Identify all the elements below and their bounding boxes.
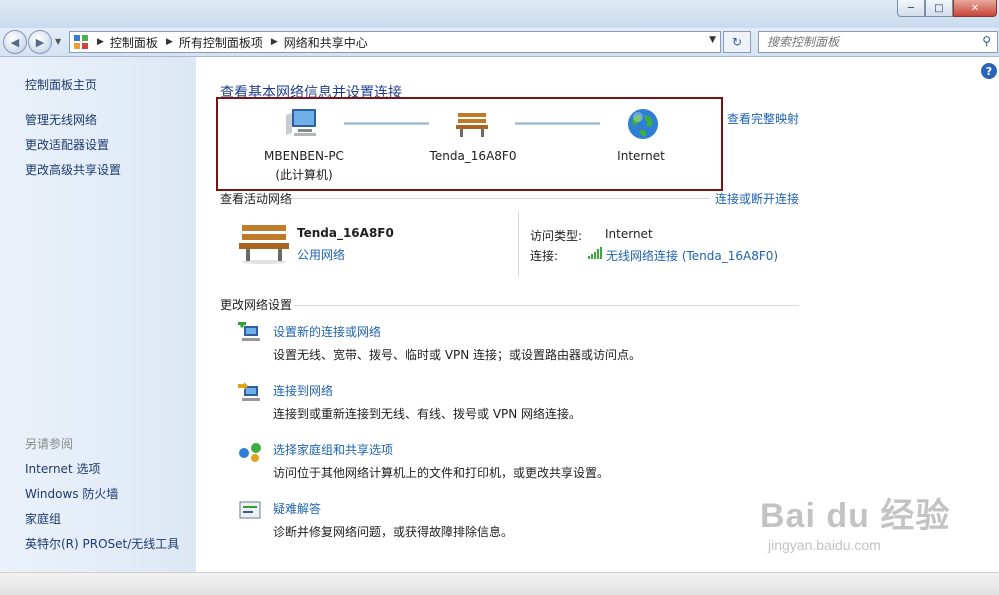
navigation-bar: ◀ ▶ ▼ ▶ 控制面板 ▶ 所有控制面板项 ▶ 网络和共享中心 ▼ ↻ ⚲: [0, 28, 999, 57]
sidebar-home-link[interactable]: 控制面板主页: [25, 76, 97, 93]
setup-new-connection-link[interactable]: 设置新的连接或网络: [273, 323, 381, 340]
sidebar-homegroup[interactable]: 家庭组: [25, 510, 61, 527]
setup-new-connection-desc: 设置无线、宽带、拨号、临时或 VPN 连接；或设置路由器或访问点。: [273, 348, 642, 362]
search-input[interactable]: [765, 34, 969, 50]
back-button[interactable]: ◀: [3, 30, 27, 54]
help-icon[interactable]: ?: [981, 63, 997, 79]
sidebar-manage-wireless[interactable]: 管理无线网络: [25, 111, 97, 128]
connect-network-icon: [238, 382, 260, 401]
connection-label: 连接:: [530, 249, 559, 263]
wireless-connection-link[interactable]: 无线网络连接 (Tenda_16A8F0): [606, 247, 778, 264]
baidu-watermark: Bai du 经验 jingyan.baidu.com: [760, 488, 950, 553]
breadcrumb-separator-icon: ▶: [270, 37, 278, 47]
address-bar[interactable]: ▶ 控制面板 ▶ 所有控制面板项 ▶ 网络和共享中心 ▼: [69, 31, 721, 53]
maximize-button[interactable]: □: [925, 0, 953, 17]
see-also-heading: 另请参阅: [25, 437, 74, 451]
computer-subtitle: (此计算机): [275, 168, 333, 182]
sidebar-windows-firewall[interactable]: Windows 防火墙: [25, 485, 118, 502]
globe-icon[interactable]: [626, 107, 660, 141]
address-dropdown-icon[interactable]: ▼: [709, 35, 716, 45]
window-controls: ─ □ ✕: [897, 0, 997, 17]
active-network-name: Tenda_16A8F0: [297, 226, 394, 240]
breadcrumb-network-center[interactable]: 网络和共享中心: [284, 34, 368, 51]
troubleshoot-desc: 诊断并修复网络问题，或获得故障排除信息。: [273, 525, 514, 539]
watermark-brand: Bai du 经验: [760, 497, 951, 535]
computer-name: MBENBEN-PC: [264, 149, 344, 163]
sidebar-advanced-sharing[interactable]: 更改高级共享设置: [25, 161, 121, 178]
breadcrumb-all-items[interactable]: 所有控制面板项: [179, 34, 263, 51]
new-connection-icon: [238, 322, 260, 341]
homegroup-icon: [239, 443, 261, 462]
refresh-button[interactable]: ↻: [723, 31, 751, 53]
status-bar: [0, 572, 999, 595]
search-icon[interactable]: ⚲: [982, 34, 991, 48]
close-button[interactable]: ✕: [953, 0, 997, 17]
bench-network-icon: [239, 225, 289, 264]
troubleshoot-icon: [239, 501, 261, 519]
back-arrow-icon: ◀: [10, 35, 20, 49]
breadcrumb-separator-icon: ▶: [165, 37, 173, 47]
recent-pages-dropdown-icon[interactable]: ▼: [55, 37, 61, 46]
wifi-signal-icon: [588, 247, 602, 259]
sidebar-adapter-settings[interactable]: 更改适配器设置: [25, 136, 109, 153]
internet-label: Internet: [617, 149, 665, 163]
divider: [518, 212, 519, 276]
computer-icon[interactable]: [284, 107, 320, 139]
bench-network-icon[interactable]: [455, 110, 489, 138]
sidebar-proset-tools[interactable]: 英特尔(R) PROSet/无线工具: [25, 535, 179, 552]
access-type-value: Internet: [605, 227, 653, 241]
connect-disconnect-link[interactable]: 连接或断开连接: [715, 190, 799, 207]
homegroup-options-link[interactable]: 选择家庭组和共享选项: [273, 441, 393, 458]
refresh-icon: ↻: [731, 35, 743, 49]
connect-to-network-desc: 连接到或重新连接到无线、有线、拨号或 VPN 网络连接。: [273, 407, 582, 421]
forward-arrow-icon: ▶: [35, 35, 45, 49]
divider: [294, 305, 799, 306]
control-panel-icon: [74, 35, 88, 49]
homegroup-options-desc: 访问位于其他网络计算机上的文件和打印机，或更改共享设置。: [273, 466, 610, 480]
watermark-url: jingyan.baidu.com: [768, 537, 881, 553]
forward-button[interactable]: ▶: [28, 30, 52, 54]
divider: [292, 198, 710, 199]
change-settings-heading: 更改网络设置: [220, 298, 293, 312]
breadcrumb-separator-icon: ▶: [97, 37, 104, 47]
access-type-label: 访问类型:: [530, 229, 583, 243]
connection-line: [344, 122, 429, 125]
connect-to-network-link[interactable]: 连接到网络: [273, 382, 333, 399]
troubleshoot-link[interactable]: 疑难解答: [273, 500, 321, 517]
minimize-button[interactable]: ─: [897, 0, 925, 17]
sidebar: 控制面板主页 管理无线网络 更改适配器设置 更改高级共享设置 另请参阅 Inte…: [0, 57, 196, 572]
sidebar-internet-options[interactable]: Internet 选项: [25, 460, 100, 477]
active-networks-heading: 查看活动网络: [220, 192, 293, 206]
router-name: Tenda_16A8F0: [429, 149, 517, 163]
search-box[interactable]: ⚲: [758, 31, 998, 53]
network-type-link[interactable]: 公用网络: [297, 246, 345, 263]
breadcrumb-control-panel[interactable]: 控制面板: [110, 34, 158, 51]
view-full-map-link[interactable]: 查看完整映射: [727, 110, 799, 127]
window-titlebar: ─ □ ✕: [0, 0, 999, 28]
connection-line: [515, 122, 600, 125]
